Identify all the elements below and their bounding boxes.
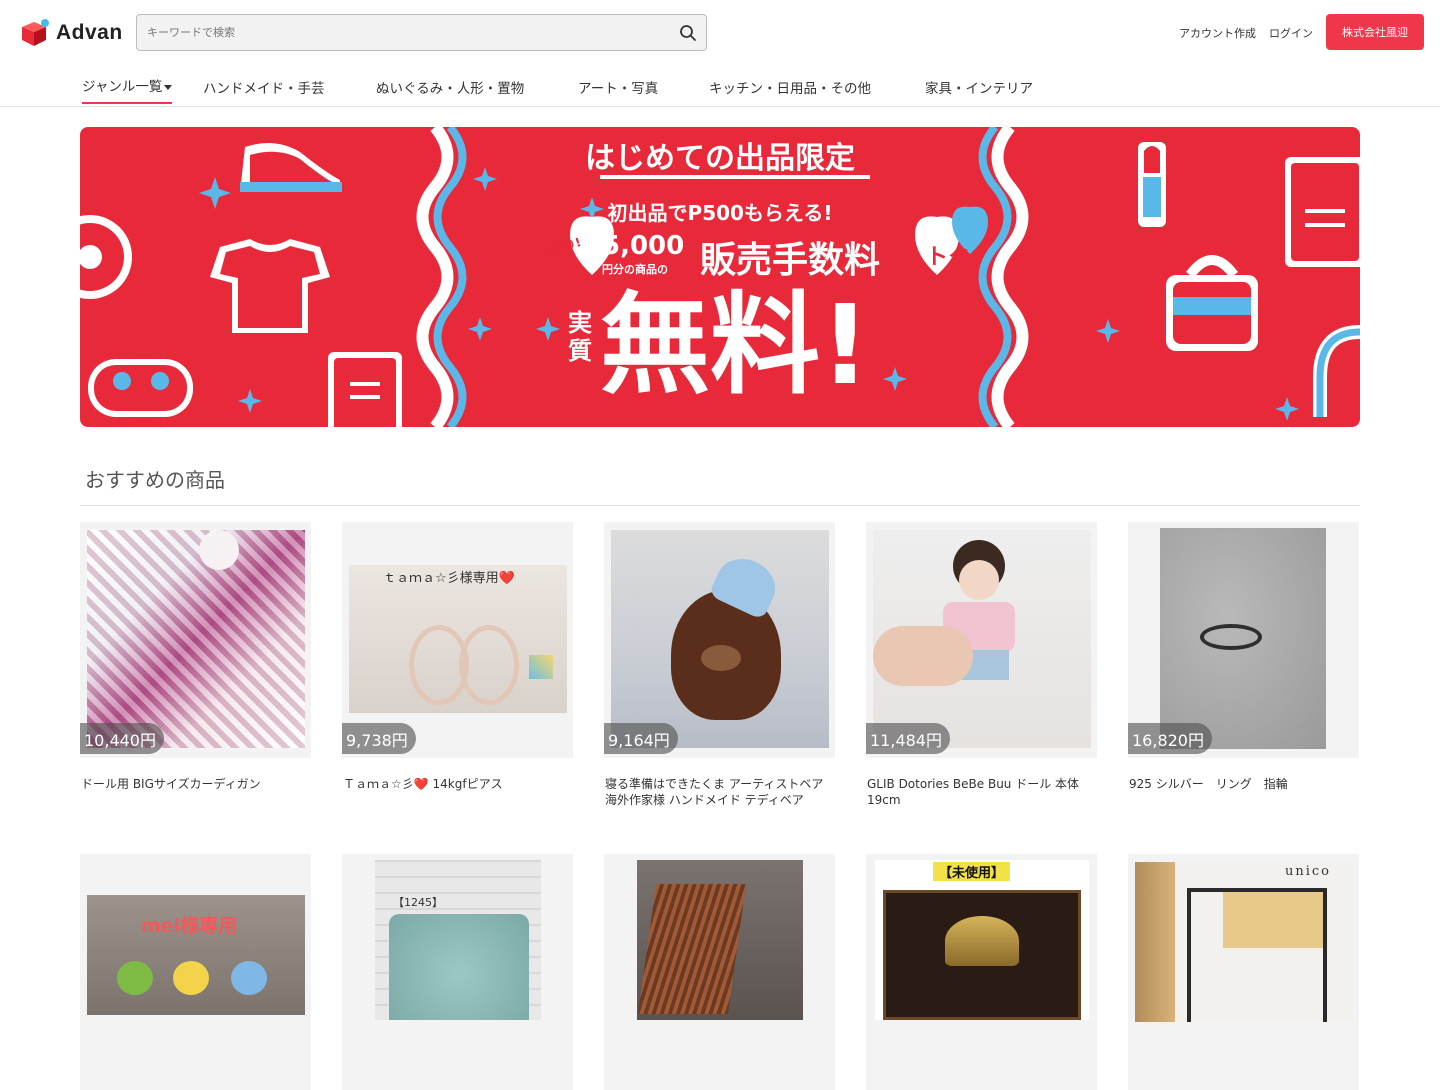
caret-down-icon (164, 84, 173, 90)
doll-photo (873, 530, 1091, 748)
create-account-link[interactable]: アカウント作成 (1179, 25, 1256, 41)
teddy-bear-photo (611, 530, 829, 748)
nav-handmade[interactable]: ハンドメイド・手芸 (203, 77, 325, 97)
earrings-photo: ｔａｍａ☆彡様専用❤️ (349, 565, 567, 713)
product-name: Ｔａｍａ☆彡❤️ 14kgfピアス (343, 777, 503, 791)
product-thumbnail: mei様専用 (80, 854, 311, 1090)
crochet-birds-photo: mei様専用 (87, 895, 305, 1015)
photo-overlay-text: mei様専用 (141, 915, 238, 937)
price-tag: 11,484円 (866, 723, 950, 754)
banner-free: 無料! (600, 281, 871, 409)
photo-overlay-text: 【1245】 (393, 896, 443, 909)
kabuto-photo: 【未使用】 (875, 860, 1089, 1020)
product-card[interactable] (604, 854, 835, 1090)
promo-banner[interactable]: はじめての出品限定 初出品でP500もらえる! つまり! 5,000 円分の商品… (80, 127, 1360, 427)
cardigan-photo (87, 530, 305, 748)
logo-text: Advan (56, 21, 123, 44)
product-thumbnail: 16,820円 (1128, 522, 1359, 758)
banner-jisshitsu: 実質 (568, 309, 592, 365)
nav-kitchen[interactable]: キッチン・日用品・その他 (709, 77, 871, 97)
logo[interactable]: Advan (20, 18, 123, 48)
banner-toku: トク (926, 245, 971, 270)
shelf-photo: unico (1135, 862, 1353, 1022)
account-button[interactable]: 株式会社風迎 (1326, 14, 1424, 50)
product-thumbnail: 10,440円 (80, 522, 311, 758)
banner-amount: 5,000 (602, 231, 685, 261)
product-card[interactable]: 11,484円 GLIB Dotories BeBe Buu ドール 本体 19… (866, 522, 1097, 808)
banner-subheadline: 初出品でP500もらえる! (607, 201, 833, 225)
product-card[interactable]: 【1245】 (342, 854, 573, 1090)
logo-cube-icon (20, 18, 50, 48)
product-card[interactable]: 16,820円 925 シルバー リング 指輪 (1128, 522, 1359, 792)
search-input[interactable] (137, 15, 670, 50)
product-card[interactable]: ｔａｍａ☆彡様専用❤️ 9,738円 Ｔａｍａ☆彡❤️ 14kgfピアス (342, 522, 573, 792)
product-thumbnail: unico (1128, 854, 1359, 1090)
photo-overlay-text: unico (1285, 864, 1332, 879)
category-nav: ジャンル一覧 ハンドメイド・手芸 ぬいぐるみ・人形・置物 アート・写真 キッチン… (0, 64, 1440, 107)
nav-furniture[interactable]: 家具・インテリア (925, 77, 1033, 97)
header: Advan アカウント作成 ログイン 株式会社風迎 (0, 0, 1440, 64)
nav-art[interactable]: アート・写真 (578, 77, 658, 97)
product-card[interactable]: mei様専用 (80, 854, 311, 1090)
product-card[interactable]: 【未使用】 (866, 854, 1097, 1090)
price-tag: 10,440円 (80, 723, 164, 754)
search-icon (680, 24, 696, 41)
product-thumbnail: 11,484円 (866, 522, 1097, 758)
search-bar (136, 14, 707, 51)
product-name: 寝る準備はできたくま アーティストベア 海外作家様 ハンドメイド テディベア (605, 777, 824, 807)
banner-headline: はじめての出品限定 (585, 141, 855, 176)
price-tag: 16,820円 (1128, 723, 1212, 754)
nav-genre-label: ジャンル一覧 (82, 79, 163, 95)
product-thumbnail: 【未使用】 (866, 854, 1097, 1090)
product-name: ドール用 BIGサイズカーディガン (81, 777, 261, 791)
product-card[interactable]: 10,440円 ドール用 BIGサイズカーディガン (80, 522, 311, 792)
section-title: おすすめの商品 (85, 468, 225, 492)
photo-overlay-text: ｔａｍａ☆彡様専用❤️ (383, 571, 515, 586)
product-thumbnail: ｔａｍａ☆彡様専用❤️ 9,738円 (342, 522, 573, 758)
chair-photo (637, 860, 803, 1020)
cushion-photo: 【1245】 (375, 860, 541, 1020)
nav-genre-list[interactable]: ジャンル一覧 (82, 75, 173, 104)
login-link[interactable]: ログイン (1269, 25, 1313, 41)
product-thumbnail: 9,164円 (604, 522, 835, 758)
product-name: GLIB Dotories BeBe Buu ドール 本体 19cm (867, 777, 1080, 807)
price-tag: 9,738円 (342, 723, 416, 754)
nav-dolls[interactable]: ぬいぐるみ・人形・置物 (376, 77, 524, 97)
product-thumbnail: 【1245】 (342, 854, 573, 1090)
search-button[interactable] (670, 15, 706, 50)
ring-photo (1160, 528, 1326, 749)
photo-overlay-text: 【未使用】 (933, 862, 1011, 881)
product-card[interactable]: 9,164円 寝る準備はできたくま アーティストベア 海外作家様 ハンドメイド … (604, 522, 835, 808)
price-tag: 9,164円 (604, 723, 678, 754)
section-divider (80, 505, 1360, 506)
product-thumbnail (604, 854, 835, 1090)
product-name: 925 シルバー リング 指輪 (1129, 777, 1288, 791)
product-card[interactable]: unico (1128, 854, 1359, 1090)
